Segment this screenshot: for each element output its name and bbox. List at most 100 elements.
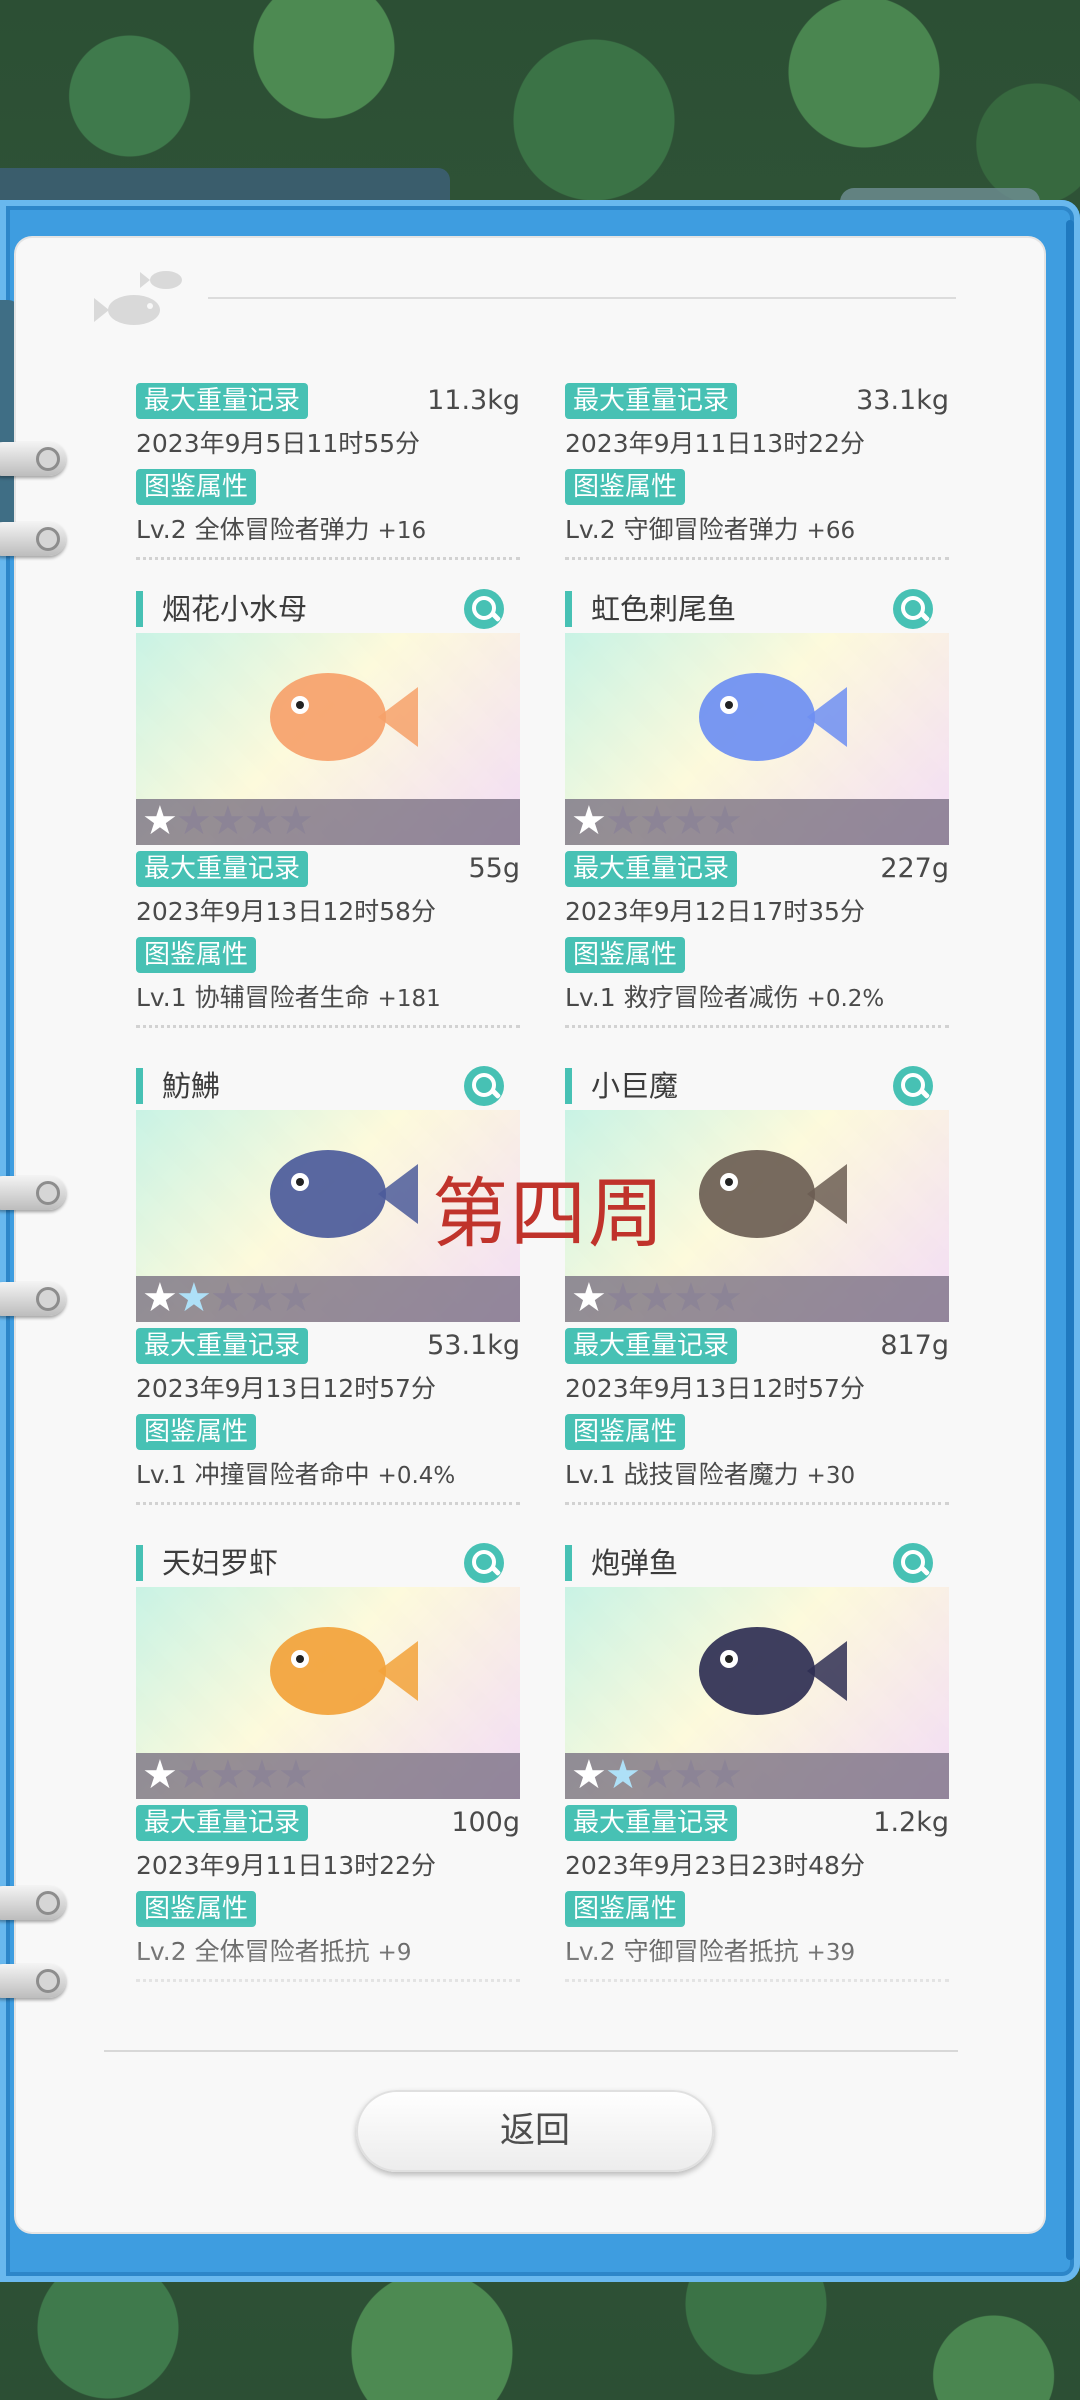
name-accent — [136, 1068, 143, 1104]
record-tag: 最大重量记录 — [565, 1328, 738, 1364]
record-tag: 最大重量记录 — [565, 383, 738, 419]
star-icon: ★ — [571, 1752, 607, 1798]
record-date: 2023年9月11日13时22分 — [565, 429, 865, 458]
star-icon: ★ — [210, 798, 246, 844]
fish-illustration — [270, 1627, 418, 1715]
record-tag: 最大重量记录 — [136, 851, 309, 887]
star-rating: ★ ★ ★ ★ ★ — [136, 1753, 520, 1799]
attribute-text: Lv.1 救疗冒险者减伤 +0.2% — [565, 983, 885, 1012]
star-icon: ★ — [639, 798, 675, 844]
star-icon: ★ — [142, 1275, 178, 1321]
star-icon: ★ — [571, 798, 607, 844]
magnifier-icon[interactable] — [893, 1543, 933, 1583]
star-icon: ★ — [210, 1275, 246, 1321]
magnifier-icon[interactable] — [893, 1066, 933, 1106]
fish-name: 天妇罗虾 — [162, 1546, 279, 1580]
attribute-text: Lv.1 协辅冒险者生命 +181 — [136, 983, 441, 1012]
max-weight: 100g — [451, 1807, 520, 1838]
star-rating: ★ ★ ★ ★ ★ — [136, 1276, 520, 1322]
star-icon: ★ — [244, 798, 280, 844]
fish-name: 魴鮄 — [162, 1069, 221, 1103]
dotted-divider — [565, 557, 949, 560]
star-icon: ★ — [176, 798, 212, 844]
dotted-divider — [136, 1979, 520, 1982]
binder-ring — [0, 1964, 66, 1998]
record-date: 2023年9月13日12时57分 — [565, 1374, 865, 1403]
fish-name: 炮弹鱼 — [591, 1546, 679, 1580]
fish-name: 烟花小水母 — [162, 592, 308, 626]
star-rating: ★ ★ ★ ★ ★ — [565, 1753, 949, 1799]
name-accent — [136, 591, 143, 627]
star-icon: ★ — [707, 798, 743, 844]
star-icon: ★ — [673, 798, 709, 844]
fish-illustration — [699, 673, 847, 761]
magnifier-icon[interactable] — [464, 1543, 504, 1583]
name-accent — [565, 1068, 572, 1104]
fish-illustration — [270, 1150, 418, 1238]
record-tag: 最大重量记录 — [565, 1805, 738, 1841]
magnifier-icon[interactable] — [893, 589, 933, 629]
attribute-text: Lv.2 守御冒险者抵抗 +39 — [565, 1937, 856, 1966]
star-icon: ★ — [673, 1752, 709, 1798]
max-weight: 53.1kg — [427, 1330, 520, 1361]
record-tag: 最大重量记录 — [565, 851, 738, 887]
dotted-divider — [565, 1979, 949, 1982]
star-rating: ★ ★ ★ ★ ★ — [565, 1276, 949, 1322]
star-icon: ★ — [707, 1752, 743, 1798]
record-date: 2023年9月12日17时35分 — [565, 897, 865, 926]
attribute-tag: 图鉴属性 — [136, 1414, 257, 1450]
attribute-tag: 图鉴属性 — [565, 1891, 686, 1927]
star-icon: ★ — [673, 1275, 709, 1321]
record-tag: 最大重量记录 — [136, 383, 309, 419]
max-weight: 227g — [880, 853, 949, 884]
dotted-divider — [136, 1025, 520, 1028]
fish-name: 小巨魔 — [591, 1069, 679, 1103]
week-watermark: 第四周 — [432, 1169, 666, 1258]
star-icon: ★ — [278, 1752, 314, 1798]
record-tag: 最大重量记录 — [136, 1328, 309, 1364]
binder-ring — [0, 442, 66, 476]
record-date: 2023年9月23日23时48分 — [565, 1851, 865, 1880]
fish-name: 虹色刺尾鱼 — [591, 592, 737, 626]
attribute-tag: 图鉴属性 — [565, 1414, 686, 1450]
fish-illustration — [699, 1150, 847, 1238]
star-icon: ★ — [176, 1275, 212, 1321]
magnifier-icon[interactable] — [464, 1066, 504, 1106]
fish-illustration — [270, 673, 418, 761]
fish-illustration — [699, 1627, 847, 1715]
record-date: 2023年9月5日11时55分 — [136, 429, 421, 458]
bottom-divider — [104, 2050, 958, 2052]
attribute-text: Lv.2 全体冒险者弹力 +16 — [136, 515, 427, 544]
fish-image[interactable]: ★ ★ ★ ★ ★ — [565, 1587, 949, 1799]
attribute-tag: 图鉴属性 — [136, 1891, 257, 1927]
name-accent — [136, 1545, 143, 1581]
attribute-tag: 图鉴属性 — [565, 937, 686, 973]
star-icon: ★ — [605, 1275, 641, 1321]
fish-image[interactable]: ★ ★ ★ ★ ★ — [136, 1587, 520, 1799]
attribute-text: Lv.2 守御冒险者弹力 +66 — [565, 515, 856, 544]
star-rating: ★ ★ ★ ★ ★ — [565, 799, 949, 845]
star-icon: ★ — [605, 798, 641, 844]
back-button[interactable]: 返回 — [356, 2090, 714, 2172]
attribute-text: Lv.1 冲撞冒险者命中 +0.4% — [136, 1460, 456, 1489]
binder-ring — [0, 1282, 66, 1316]
name-accent — [565, 591, 572, 627]
attribute-tag: 图鉴属性 — [136, 937, 257, 973]
fish-image[interactable]: ★ ★ ★ ★ ★ — [565, 633, 949, 845]
star-icon: ★ — [571, 1275, 607, 1321]
star-icon: ★ — [278, 798, 314, 844]
star-icon: ★ — [707, 1275, 743, 1321]
magnifier-icon[interactable] — [464, 589, 504, 629]
dotted-divider — [136, 1502, 520, 1505]
attribute-tag: 图鉴属性 — [136, 469, 257, 505]
star-icon: ★ — [278, 1275, 314, 1321]
record-date: 2023年9月13日12时58分 — [136, 897, 436, 926]
star-icon: ★ — [244, 1752, 280, 1798]
record-date: 2023年9月11日13时22分 — [136, 1851, 436, 1880]
fish-image[interactable]: ★ ★ ★ ★ ★ — [136, 633, 520, 845]
header-divider — [208, 297, 956, 299]
record-tag: 最大重量记录 — [136, 1805, 309, 1841]
dotted-divider — [565, 1502, 949, 1505]
dotted-divider — [565, 1025, 949, 1028]
star-rating: ★ ★ ★ ★ ★ — [136, 799, 520, 845]
